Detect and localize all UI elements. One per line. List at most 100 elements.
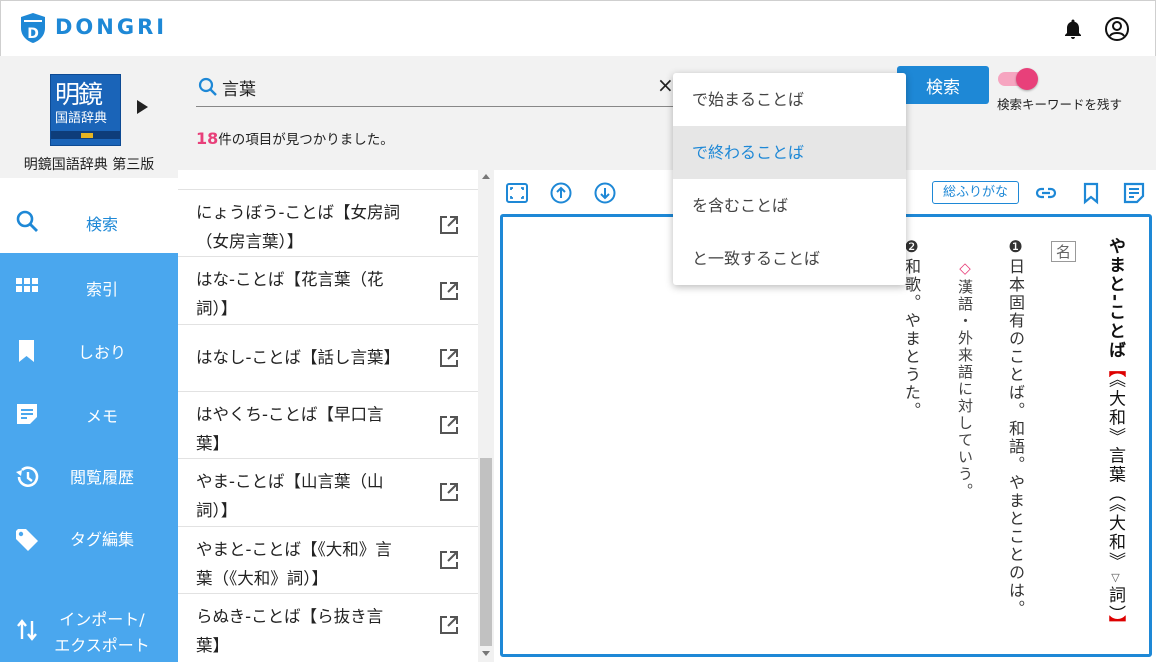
toggle-knob [1016,68,1038,90]
memo-icon[interactable] [1122,181,1146,205]
arrow-down-circle-icon[interactable] [593,181,617,205]
search-mode-menu: で始まることば で終わることば を含むことば と一致することば [673,73,906,285]
open-external-icon[interactable] [438,214,460,236]
headword-notation-end: 詞） [1105,586,1125,616]
search-input[interactable] [222,74,642,100]
result-item-text: にょうぼう-ことば【女房詞 （女房言葉）】 [196,198,434,256]
nav-item-label: 検索 [85,215,118,234]
open-external-icon[interactable] [438,280,460,302]
history-icon [16,466,39,487]
search-mode-exact-match[interactable]: と一致することば [673,232,906,285]
link-icon[interactable] [1034,181,1058,205]
result-line: 葉】 [196,636,229,655]
search-mode-ends-with[interactable]: で終わることば [673,126,906,179]
result-item[interactable]: はやくち-ことば【早口言 葉】 [178,392,478,459]
result-line: やまと-ことば【《大和》言 [196,540,392,559]
result-item[interactable]: にょうぼう-ことば【女房詞 （女房言葉）】 [178,190,478,257]
fit-screen-icon[interactable] [505,181,529,205]
result-line: 詞）】 [196,501,238,520]
result-item-text: はやくち-ことば【早口言 葉】 [196,400,434,458]
keep-keyword-toggle[interactable] [998,68,1038,90]
sense-1: ❶日本固有のことば。和語。やまとことのは。 [1003,237,1027,618]
logo-shield-icon: D [21,13,45,43]
clear-search-icon[interactable]: × [657,75,674,95]
result-line: はやくち-ことば【早口言 [196,405,384,424]
results-top-spacer [178,170,478,190]
headword-notation: 《大和》言葉（《大和》 [1105,379,1125,572]
result-line: はな-ことば【花言葉（花 [196,270,384,289]
open-external-icon[interactable] [438,614,460,636]
open-external-icon[interactable] [438,549,460,571]
bookmark-icon[interactable] [1079,181,1103,205]
dictionary-expand-icon[interactable] [137,100,148,114]
nav-item-label: インポート/エクスポート [44,607,160,659]
sense-text: 日本固有のことば。和語。やまとことのは。 [1006,258,1025,618]
app-header: D DONGRI [0,0,1156,56]
nav-item-label: しおり [77,343,126,362]
search-icon [16,210,38,232]
result-item[interactable]: やま-ことば【山言葉（山 詞）】 [178,459,478,527]
furigana-toggle-button[interactable]: 総ふりがな [932,181,1019,204]
result-item-text: やま-ことば【山言葉（山 詞）】 [196,467,434,525]
result-item-text: やまと-ことば【《大和》言 葉（《大和》詞）】 [196,535,434,593]
memo-icon [17,404,37,424]
svg-text:D: D [27,26,39,42]
part-of-speech: 名 [1051,241,1076,262]
result-item[interactable]: はなし-ことば【話し言葉】 [178,325,478,392]
nav-item-import-export[interactable]: インポート/エクスポート [0,595,178,658]
bracket-open: 【 [1105,360,1125,380]
account-icon[interactable] [1104,16,1130,42]
headword-text: やまと‐ことば [1105,237,1125,361]
result-item-text: はなし-ことば【話し言葉】 [196,343,434,372]
nav-item-bookmarks[interactable]: しおり [0,320,178,383]
result-item[interactable]: はな-ことば【花言葉（花 詞）】 [178,257,478,325]
dictionary-cover[interactable]: 明鏡 国語辞典 [50,74,121,146]
arrow-up-circle-icon[interactable] [549,181,573,205]
grid-icon [16,278,38,292]
open-external-icon[interactable] [438,347,460,369]
search-icon [198,77,217,96]
result-item[interactable]: やまと-ことば【《大和》言 葉（《大和》詞）】 [178,527,478,594]
nav-item-label: 索引 [85,280,118,299]
tag-icon [16,529,38,551]
entry-headword: やまと‐ことば【《大和》言葉（《大和》▽詞）】 [1103,237,1128,635]
nav-item-label-line2: エクスポート [54,636,150,655]
result-item[interactable]: らぬき-ことば【ら抜き言 葉】 [178,594,478,662]
scroll-down-arrow-icon[interactable] [482,651,490,656]
result-line: やま-ことば【山言葉（山 [196,472,384,491]
nav-item-tags[interactable]: タグ編集 [0,509,178,572]
note-text: 漢語・外来語に対していう。 [956,279,974,500]
dictionary-cover-subtitle: 国語辞典 [55,111,108,126]
nav-item-memo[interactable]: メモ [0,383,178,446]
bookmark-icon [19,340,34,362]
scrollbar-thumb[interactable] [480,458,492,646]
import-export-icon [17,619,37,641]
notation-mark: ▽ [1109,571,1122,587]
nav-item-search[interactable]: 検索 [0,190,178,253]
bell-icon[interactable] [1061,17,1085,41]
result-count-number: 18 [196,129,219,148]
search-mode-starts-with[interactable]: で始まることば [673,73,906,126]
scroll-up-arrow-icon[interactable] [482,174,490,179]
nav-item-label: タグ編集 [69,530,134,549]
result-line: 詞）】 [196,299,238,318]
result-item-text: らぬき-ことば【ら抜き言 葉】 [196,602,434,660]
result-line: はなし-ことば【話し言葉】 [196,348,400,367]
keep-keyword-label: 検索キーワードを残す [997,97,1123,112]
result-line: 葉】 [196,434,229,453]
nav-item-label: メモ [85,407,118,426]
dictionary-cover-badge [81,133,93,138]
nav-item-index[interactable]: 索引 [0,257,178,320]
search-mode-contains[interactable]: を含むことば [673,179,906,232]
nav-item-label-line1: インポート/ [59,610,145,629]
open-external-icon[interactable] [438,414,460,436]
app-logo-text: DONGRI [55,15,168,39]
nav-item-history[interactable]: 閲覧履歴 [0,446,178,509]
result-line: にょうぼう-ことば【女房詞 [196,203,400,222]
result-item-text: はな-ことば【花言葉（花 詞）】 [196,265,434,323]
sense-marker: ❶ [1006,237,1025,258]
search-button[interactable]: 検索 [897,66,989,104]
open-external-icon[interactable] [438,481,460,503]
note-diamond-icon: ◇ [956,259,974,279]
result-line: らぬき-ことば【ら抜き言 [196,607,384,626]
